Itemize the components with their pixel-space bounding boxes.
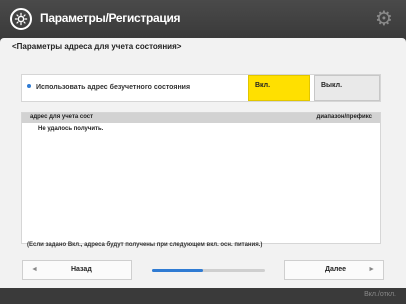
settings-gear-circle-icon: [10, 8, 32, 30]
off-button[interactable]: Выкл.: [314, 75, 380, 101]
setting-label: Использовать адрес безучетного состояния: [36, 84, 191, 91]
main-panel: <Параметры адреса для учета состояния> И…: [0, 38, 406, 288]
arrow-left-icon: ◄: [31, 266, 38, 273]
page-subtitle: <Параметры адреса для учета состояния>: [12, 42, 182, 51]
next-label: Далее: [325, 266, 347, 273]
back-button[interactable]: ◄ Назад: [22, 260, 132, 280]
footer-bar: Вкл./откл.: [0, 288, 406, 304]
list-message: Не удалось получить.: [38, 126, 104, 132]
setting-row: Использовать адрес безучетного состояния…: [21, 74, 381, 102]
progress-bar: [152, 269, 265, 272]
header-title: Параметры/Регистрация: [40, 11, 181, 25]
bullet-icon: [27, 84, 31, 88]
arrow-right-icon: ►: [368, 266, 375, 273]
list-col-range: диапазон/префикс: [316, 114, 372, 120]
list-header: адрес для учета сост диапазон/префикс: [22, 113, 380, 123]
status-list: адрес для учета сост диапазон/префикс Не…: [21, 112, 381, 244]
back-label: Назад: [71, 266, 92, 273]
list-col-address: адрес для учета сост: [30, 114, 94, 120]
on-button[interactable]: Вкл.: [248, 75, 310, 101]
info-note: (Если задано Вкл., адреса будут получены…: [27, 242, 263, 248]
screen: Параметры/Регистрация ⚙ <Параметры адрес…: [0, 0, 406, 304]
footer-status: Вкл./откл.: [364, 291, 396, 298]
next-button[interactable]: Далее ►: [284, 260, 384, 280]
header-bar: Параметры/Регистрация ⚙: [0, 0, 406, 38]
gear-icon[interactable]: ⚙: [374, 9, 394, 29]
progress-fill: [152, 269, 203, 272]
